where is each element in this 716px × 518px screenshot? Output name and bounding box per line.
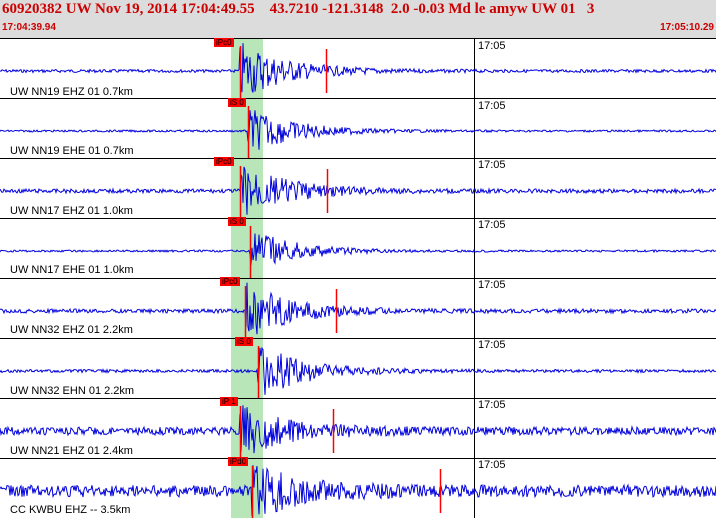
time-tick-label: 17:05 bbox=[478, 399, 506, 411]
trace-label: CC KWBU EHZ -- 3.5km bbox=[10, 504, 131, 516]
trace-label: UW NN21 EHZ 01 2.4km bbox=[10, 445, 133, 457]
phase-pick-marker[interactable]: iP 1 bbox=[220, 397, 238, 406]
trace-label: UW NN19 EHE 01 0.7km bbox=[10, 145, 134, 157]
waveform-trace bbox=[0, 233, 716, 265]
trace-label: UW NN32 EHN 01 2.2km bbox=[10, 385, 135, 397]
time-tick-label: 17:05 bbox=[478, 339, 506, 351]
phase-pick-marker[interactable]: iPc0 bbox=[220, 277, 240, 286]
event-header: 60920382 UW Nov 19, 2014 17:04:49.55 43.… bbox=[0, 0, 716, 38]
start-time: 17:04:39.94 bbox=[2, 22, 56, 33]
time-tick-label: 17:05 bbox=[478, 40, 506, 52]
end-time: 17:05:10.29 bbox=[660, 22, 714, 33]
seismogram-panel[interactable]: iPc0 17:05 UW NN19 EHZ 01 0.7km iS 0 17:… bbox=[0, 38, 716, 518]
time-tick-label: 17:05 bbox=[478, 159, 506, 171]
phase-pick-marker[interactable]: iS 0 bbox=[228, 217, 246, 226]
time-tick-label: 17:05 bbox=[478, 279, 506, 291]
phase-pick-marker[interactable]: iPc0 bbox=[214, 38, 234, 47]
time-tick-label: 17:05 bbox=[478, 459, 506, 471]
trace-label: UW NN32 EHZ 01 2.2km bbox=[10, 324, 133, 336]
phase-pick-marker[interactable]: iS 0 bbox=[235, 337, 253, 346]
waveform-trace bbox=[0, 110, 716, 150]
phase-pick-marker[interactable]: iS 0 bbox=[228, 98, 246, 107]
trace-label: UW NN19 EHZ 01 0.7km bbox=[10, 86, 133, 98]
phase-pick-marker[interactable]: iPd0 bbox=[228, 457, 249, 466]
event-title: 60920382 UW Nov 19, 2014 17:04:49.55 43.… bbox=[2, 1, 595, 17]
phase-pick-marker[interactable]: iPc0 bbox=[214, 157, 234, 166]
trace-label: UW NN17 EHE 01 1.0km bbox=[10, 264, 134, 276]
time-tick-label: 17:05 bbox=[478, 100, 506, 112]
time-tick-label: 17:05 bbox=[478, 219, 506, 231]
trace-label: UW NN17 EHZ 01 1.0km bbox=[10, 205, 133, 217]
